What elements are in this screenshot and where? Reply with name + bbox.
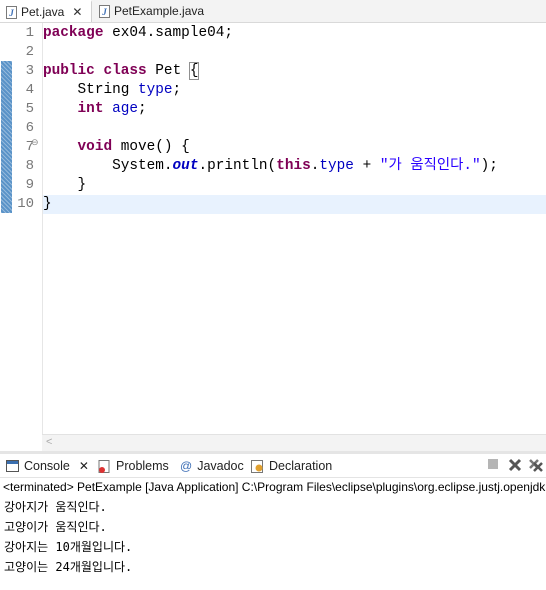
code-token: package [43, 25, 104, 41]
console-icon [6, 460, 19, 472]
tab-petexample-java[interactable]: J PetExample.java [93, 0, 213, 22]
console-output-line: 강아지는 10개월입니다. [4, 540, 133, 554]
code-line[interactable]: package ex04.sample04; [43, 24, 546, 43]
code-line[interactable] [43, 119, 546, 138]
console-status-line: <terminated> PetExample [Java Applicatio… [3, 480, 546, 494]
tab-label: Console [24, 459, 70, 473]
tab-pet-java[interactable]: J Pet.java ✕ [0, 0, 92, 22]
code-token: ; [172, 82, 182, 98]
tab-javadoc[interactable]: @ Javadoc [180, 455, 244, 477]
code-token: System. [43, 158, 173, 174]
tab-label: Javadoc [197, 459, 244, 473]
code-token: + [353, 158, 380, 174]
java-file-icon: J [6, 5, 17, 19]
close-icon[interactable]: ✕ [79, 459, 89, 473]
code-line[interactable]: String type; [43, 81, 546, 100]
code-token: this [276, 158, 311, 174]
code-line[interactable]: } [43, 176, 546, 195]
code-token: Pet [146, 63, 190, 79]
code-token: int [77, 101, 104, 117]
tab-label: Declaration [269, 459, 333, 473]
code-line[interactable]: int age; [43, 100, 546, 119]
remove-all-launches-icon[interactable] [528, 458, 544, 474]
console-output-line: 고양이가 움직인다. [4, 520, 107, 534]
code-token: "가 움직인다." [379, 158, 481, 174]
close-icon[interactable]: ✕ [72, 5, 82, 19]
console-output[interactable]: 강아지가 움직인다. 고양이가 움직인다. 강아지는 10개월입니다. 고양이는 24… [0, 497, 546, 577]
line-number: 3 [25, 63, 34, 79]
console-view-bar: Console ✕ Problems @ Javadoc Declaration [0, 455, 546, 478]
panel-splitter[interactable] [0, 451, 546, 454]
line-number: 1 [25, 25, 34, 41]
code-line[interactable]: public class Pet { [43, 62, 546, 81]
code-token: class [103, 63, 147, 79]
code-token: type [319, 158, 354, 174]
at-icon: @ [180, 459, 193, 473]
line-number: 6 [25, 120, 34, 136]
problems-icon [98, 459, 110, 473]
code-token: ; [138, 101, 147, 117]
line-number: 2 [25, 44, 34, 60]
change-ruler-marker [1, 61, 12, 213]
horizontal-scrollbar[interactable]: < [42, 434, 546, 451]
code-token: type [138, 82, 173, 98]
code-line[interactable]: } [43, 195, 546, 214]
line-number: 10 [17, 196, 34, 212]
code-token: age [112, 101, 139, 117]
code-line[interactable]: void move() { [43, 138, 546, 157]
line-number: 4 [25, 82, 34, 98]
scroll-left-icon[interactable]: < [46, 436, 52, 448]
code-token: public [43, 63, 95, 79]
tab-console[interactable]: Console ✕ [6, 455, 89, 477]
code-token: String [43, 82, 138, 98]
code-line[interactable]: System.out.println(this.type + "가 움직인다."… [43, 157, 546, 176]
line-number: 5 [25, 101, 34, 117]
stop-icon[interactable] [485, 458, 501, 474]
editor-tab-bar: J Pet.java ✕ J PetExample.java [0, 0, 546, 23]
java-file-icon: J [99, 4, 110, 18]
console-output-line: 고양이는 24개월입니다. [4, 560, 133, 574]
code-token: } [43, 196, 52, 212]
line-number: 8 [25, 158, 34, 174]
code-line[interactable] [43, 43, 546, 62]
declaration-icon [251, 459, 263, 473]
remove-launch-icon[interactable] [507, 458, 523, 474]
tab-label: PetExample.java [114, 4, 205, 18]
code-token: ); [480, 158, 498, 174]
code-editor[interactable]: 1 2 3 4 5 6 7 8 9 10 ⊖ package ex04.sample04; publ… [0, 23, 546, 451]
code-token: move() { [112, 139, 190, 155]
tab-label: Problems [116, 459, 169, 473]
tab-declaration[interactable]: Declaration [251, 455, 332, 477]
code-token: out [172, 158, 199, 174]
code-token: { [188, 62, 200, 80]
code-token: void [77, 139, 113, 155]
line-number: 9 [25, 177, 34, 193]
code-token: .println( [198, 158, 277, 174]
tab-label: Pet.java [21, 5, 65, 19]
fold-collapse-icon[interactable]: ⊖ [31, 137, 39, 148]
console-output-line: 강아지가 움직인다. [4, 500, 107, 514]
code-token: } [43, 177, 87, 193]
tab-problems[interactable]: Problems [98, 455, 169, 477]
code-token: ex04.sample04; [103, 25, 233, 41]
